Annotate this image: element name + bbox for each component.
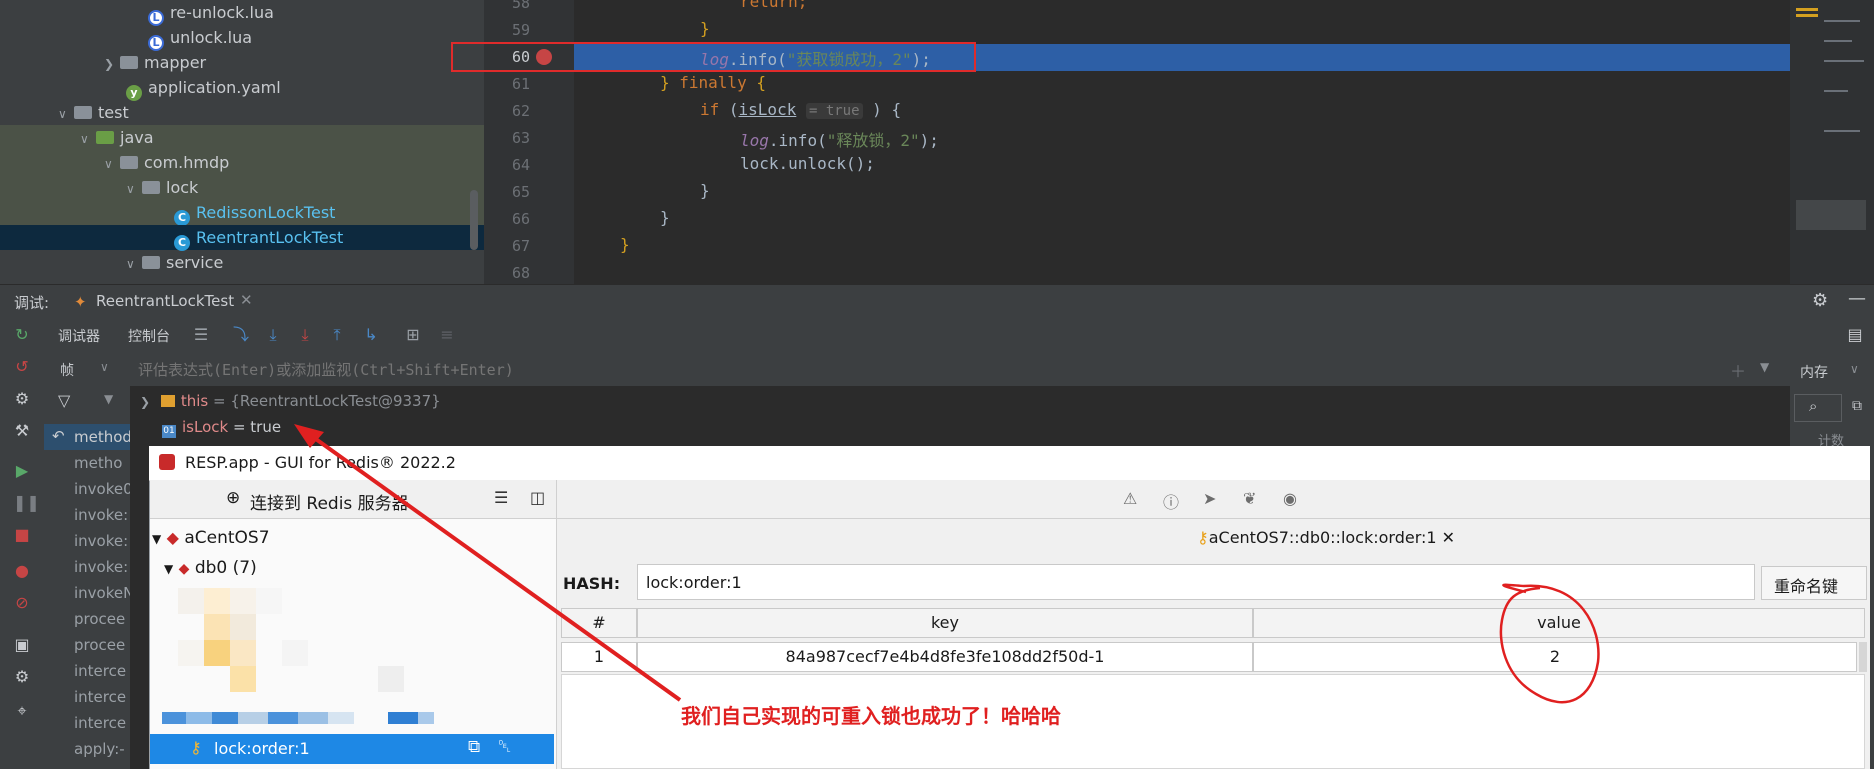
annotation-arrow-head [294, 424, 324, 448]
annotation-circle [1499, 583, 1600, 704]
annotation-overlay [294, 424, 1600, 704]
annotation-arrow-line [304, 430, 682, 702]
annotation-text: 我们自己实现的可重入锁也成功了！哈哈哈 [681, 704, 1061, 728]
